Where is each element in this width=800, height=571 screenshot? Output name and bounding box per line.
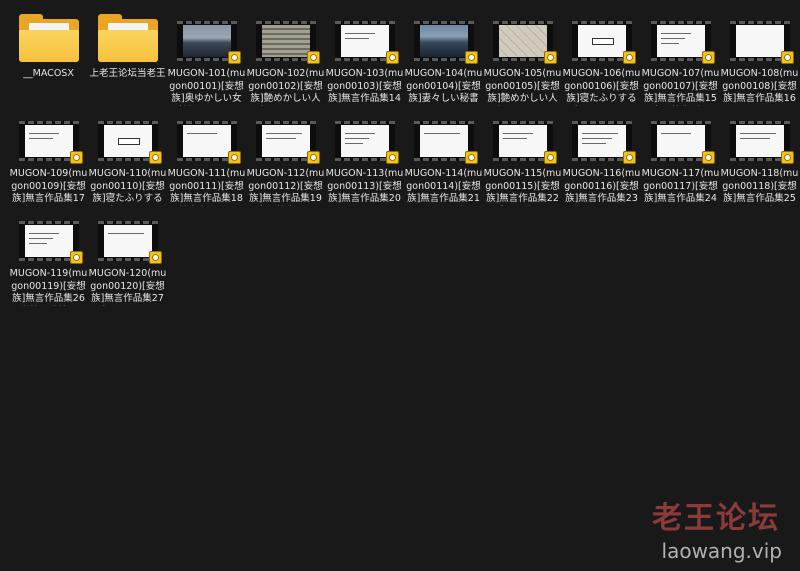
file-name-label: MUGON-108(mugon00108)[妄想族]無言作品集16ミニスカJK.… <box>720 68 799 106</box>
video-thumbnail <box>413 10 478 64</box>
player-badge-icon <box>701 51 715 64</box>
video-thumbnail <box>18 210 83 264</box>
file-name-label: MUGON-118(mugon00118)[妄想族]無言作品集25最近ボク好..… <box>720 168 799 206</box>
video-thumbnail <box>176 10 241 64</box>
video-file-item[interactable]: MUGON-114(mugon00114)[妄想族]無言作品集21ジョギング..… <box>404 110 483 206</box>
file-name-label: MUGON-106(mugon00106)[妄想族]寝たふりする女(MUGON.… <box>562 68 641 106</box>
player-badge-icon <box>543 151 557 164</box>
video-file-item[interactable]: MUGON-106(mugon00106)[妄想族]寝たふりする女(MUGON.… <box>562 10 641 106</box>
player-badge-icon <box>148 251 162 264</box>
watermark-title: 老王论坛 <box>652 501 780 536</box>
video-file-item[interactable]: MUGON-101(mugon00101)[妄想族]奥ゆかしい女教師といや... <box>167 10 246 106</box>
player-badge-icon <box>385 51 399 64</box>
video-thumbnail <box>334 10 399 64</box>
file-name-label: MUGON-102(mugon00102)[妄想族]艶めかしい人妻といやら... <box>246 68 325 106</box>
video-thumbnail <box>18 110 83 164</box>
video-file-item[interactable]: MUGON-108(mugon00108)[妄想族]無言作品集16ミニスカJK.… <box>720 10 799 106</box>
player-badge-icon <box>227 51 241 64</box>
video-file-item[interactable]: MUGON-115(mugon00115)[妄想族]無言作品集22ポルノ映画..… <box>483 110 562 206</box>
player-badge-icon <box>69 251 83 264</box>
video-file-item[interactable]: MUGON-116(mugon00116)[妄想族]無言作品集23街で見かけ..… <box>562 110 641 206</box>
folder-item[interactable]: 上老王论坛当老王 <box>88 10 167 106</box>
file-name-label: MUGON-119(mugon00119)[妄想族]無言作品集26学校で欲情..… <box>9 268 88 306</box>
file-name-label: MUGON-103(mugon00103)[妄想族]無言作品集14エレベータ..… <box>325 68 404 106</box>
video-file-item[interactable]: MUGON-117(mugon00117)[妄想族]無言作品集24レンタルビ..… <box>641 110 720 206</box>
video-thumbnail <box>571 10 636 64</box>
player-badge-icon <box>385 151 399 164</box>
video-file-item[interactable]: MUGON-112(mugon00112)[妄想族]無言作品集19女子校生の..… <box>246 110 325 206</box>
video-file-item[interactable]: MUGON-102(mugon00102)[妄想族]艶めかしい人妻といやら... <box>246 10 325 106</box>
video-file-item[interactable]: MUGON-107(mugon00107)[妄想族]無言作品集15女子校生が..… <box>641 10 720 106</box>
video-file-item[interactable]: MUGON-103(mugon00103)[妄想族]無言作品集14エレベータ..… <box>325 10 404 106</box>
file-name-label: MUGON-110(mugon00110)[妄想族]寝たふりする女2.mp4 <box>88 168 167 206</box>
folder-icon <box>97 10 159 64</box>
folder-item[interactable]: __MACOSX <box>9 10 88 106</box>
video-thumbnail <box>492 110 557 164</box>
file-name-label: MUGON-120(mugon00120)[妄想族]無言作品集27白シャツな..… <box>88 268 167 306</box>
file-name-label: MUGON-105(mugon00105)[妄想族]艶めかしい人妻といやら... <box>483 68 562 106</box>
video-file-item[interactable]: MUGON-120(mugon00120)[妄想族]無言作品集27白シャツな..… <box>88 210 167 306</box>
video-file-item[interactable]: MUGON-105(mugon00105)[妄想族]艶めかしい人妻といやら... <box>483 10 562 106</box>
file-name-label: MUGON-112(mugon00112)[妄想族]無言作品集19女子校生の..… <box>246 168 325 206</box>
file-name-label: MUGON-109(mugon00109)[妄想族]無言作品集17酔いつぶれ..… <box>9 168 88 206</box>
video-file-item[interactable]: MUGON-113(mugon00113)[妄想族]無言作品集20ビジネスホ..… <box>325 110 404 206</box>
video-thumbnail <box>255 110 320 164</box>
video-thumbnail <box>729 10 794 64</box>
file-name-label: MUGON-116(mugon00116)[妄想族]無言作品集23街で見かけ..… <box>562 168 641 206</box>
file-grid: __MACOSX 上老王论坛当老王 MUGON-101(mugon00101)[妄想… <box>9 10 799 306</box>
video-thumbnail <box>650 110 715 164</box>
video-thumbnail <box>255 10 320 64</box>
file-name-label: MUGON-114(mugon00114)[妄想族]無言作品集21ジョギング..… <box>404 168 483 206</box>
player-badge-icon <box>306 151 320 164</box>
player-badge-icon <box>306 51 320 64</box>
video-thumbnail <box>97 110 162 164</box>
video-thumbnail <box>97 210 162 264</box>
file-name-label: MUGON-107(mugon00107)[妄想族]無言作品集15女子校生が..… <box>641 68 720 106</box>
player-badge-icon <box>69 151 83 164</box>
video-thumbnail <box>650 10 715 64</box>
file-name-label: MUGON-104(mugon00104)[妄想族]妻々しい秘書といやらし... <box>404 68 483 106</box>
player-badge-icon <box>464 51 478 64</box>
video-file-item[interactable]: MUGON-109(mugon00109)[妄想族]無言作品集17酔いつぶれ..… <box>9 110 88 206</box>
player-badge-icon <box>227 151 241 164</box>
player-badge-icon <box>622 51 636 64</box>
file-name-label: MUGON-117(mugon00117)[妄想族]無言作品集24レンタルビ..… <box>641 168 720 206</box>
file-name-label: MUGON-111(mugon00111)[妄想族]無言作品集18美容室でき..… <box>167 168 246 206</box>
watermark-url: laowang.vip <box>661 539 782 563</box>
file-name-label: __MACOSX <box>23 68 74 79</box>
video-thumbnail <box>334 110 399 164</box>
file-name-label: 上老王论坛当老王 <box>89 68 166 79</box>
video-file-item[interactable]: MUGON-118(mugon00118)[妄想族]無言作品集25最近ボク好..… <box>720 110 799 206</box>
player-badge-icon <box>148 151 162 164</box>
video-file-item[interactable]: MUGON-111(mugon00111)[妄想族]無言作品集18美容室でき..… <box>167 110 246 206</box>
player-badge-icon <box>780 151 794 164</box>
player-badge-icon <box>701 151 715 164</box>
video-thumbnail <box>571 110 636 164</box>
video-thumbnail <box>492 10 557 64</box>
player-badge-icon <box>780 51 794 64</box>
file-name-label: MUGON-101(mugon00101)[妄想族]奥ゆかしい女教師といや... <box>167 68 246 106</box>
folder-icon <box>18 10 80 64</box>
player-badge-icon <box>622 151 636 164</box>
player-badge-icon <box>464 151 478 164</box>
player-badge-icon <box>543 51 557 64</box>
video-thumbnail <box>729 110 794 164</box>
video-file-item[interactable]: MUGON-104(mugon00104)[妄想族]妻々しい秘書といやらし... <box>404 10 483 106</box>
video-file-item[interactable]: MUGON-110(mugon00110)[妄想族]寝たふりする女2.mp4 <box>88 110 167 206</box>
video-thumbnail <box>176 110 241 164</box>
video-file-item[interactable]: MUGON-119(mugon00119)[妄想族]無言作品集26学校で欲情..… <box>9 210 88 306</box>
file-name-label: MUGON-115(mugon00115)[妄想族]無言作品集22ポルノ映画..… <box>483 168 562 206</box>
video-thumbnail <box>413 110 478 164</box>
file-name-label: MUGON-113(mugon00113)[妄想族]無言作品集20ビジネスホ..… <box>325 168 404 206</box>
